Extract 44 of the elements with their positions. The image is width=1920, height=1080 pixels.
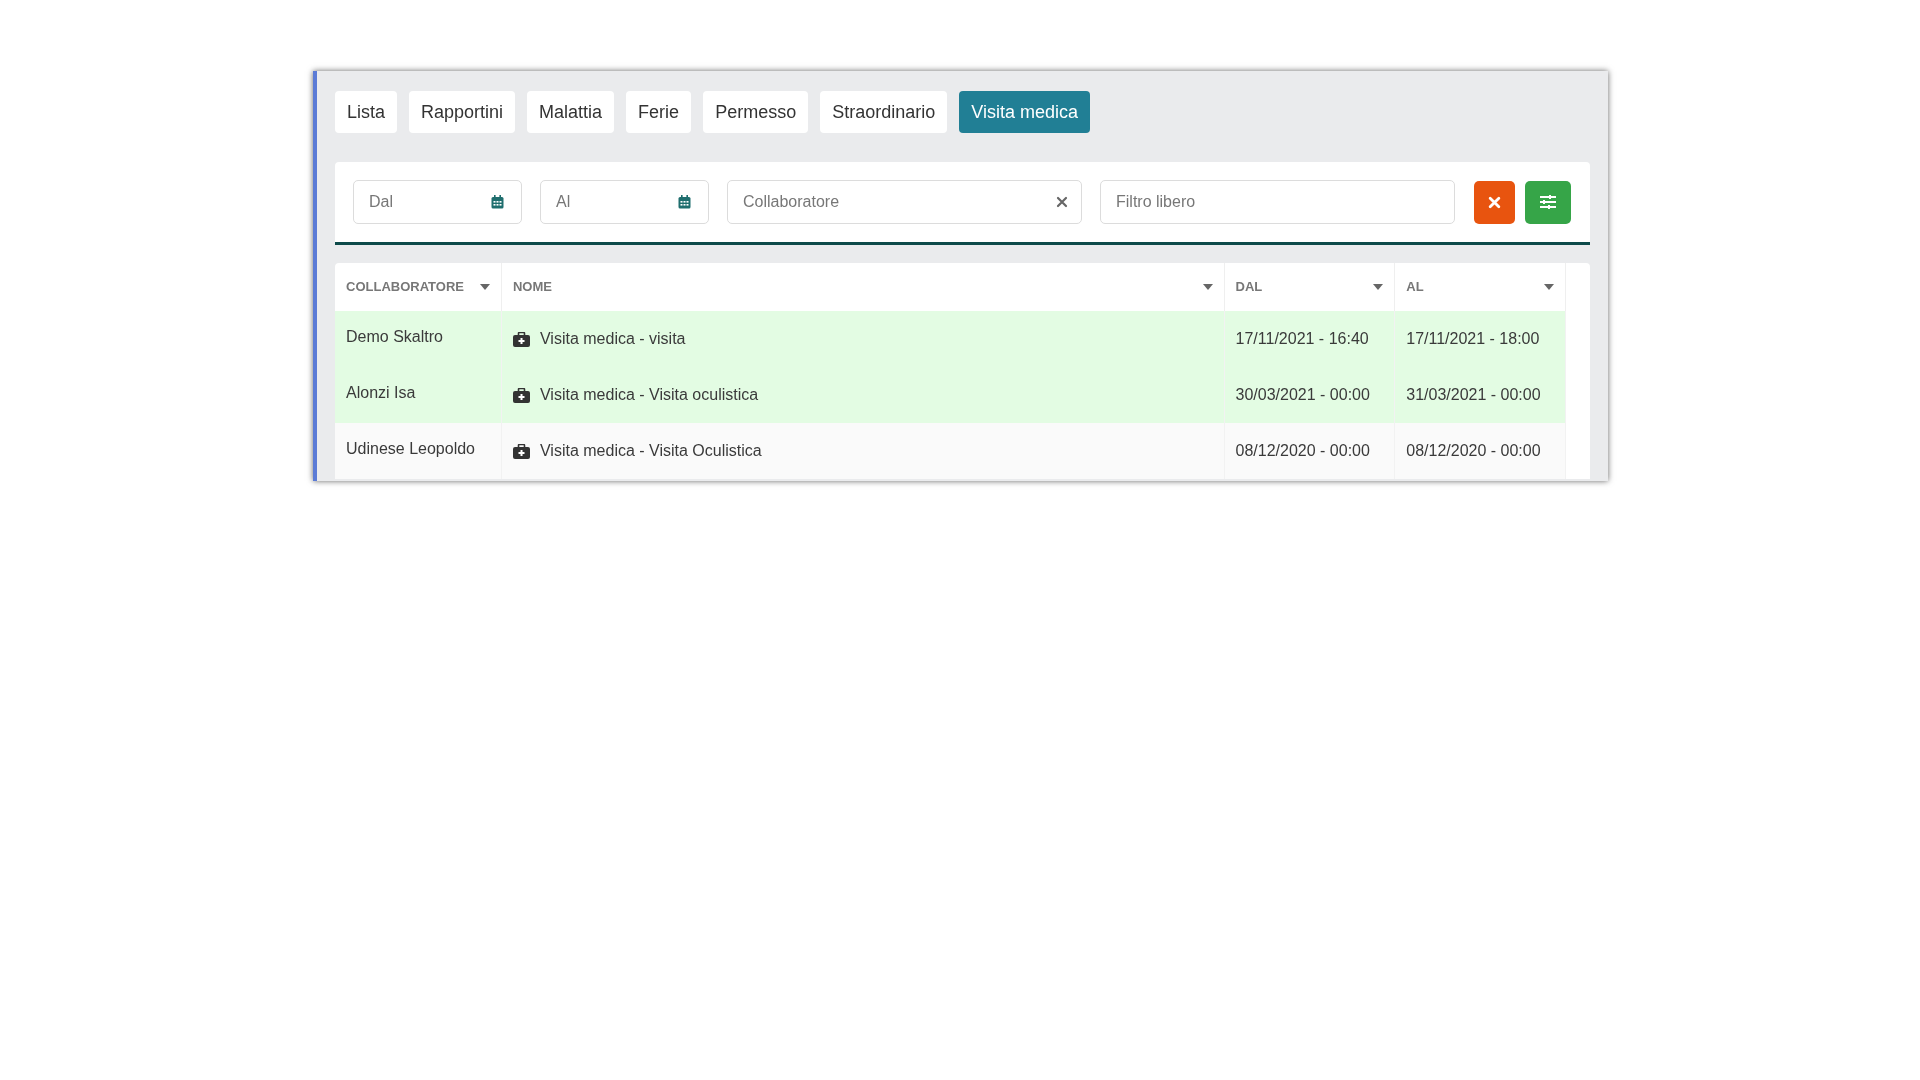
clear-filters-button[interactable]: [1474, 180, 1515, 224]
tab[interactable]: Visita medica: [959, 91, 1090, 133]
sort-caret-icon[interactable]: [479, 284, 490, 290]
search-field[interactable]: Filtro libero: [1100, 180, 1455, 224]
table-row[interactable]: Alonzi Isa Visita medica - Visita oculistica 30/03/2021 - 00:00 31/03/2021 - 00:00: [335, 367, 1566, 423]
table-cell-text: Visita medica - visita: [539, 329, 686, 349]
table-cell-text: Visita medica - Visita Oculistica: [539, 441, 762, 461]
table-cell: 08/12/2020 - 00:00: [1235, 442, 1370, 459]
close-icon: [1488, 195, 1501, 209]
table-cell: 31/03/2021 - 00:00: [1406, 386, 1541, 403]
filter-settings-button[interactable]: [1525, 180, 1571, 224]
clear-icon[interactable]: [1056, 196, 1068, 208]
tab[interactable]: Rapportini: [409, 91, 516, 133]
table-cell-text: Visita medica - Visita oculistica: [539, 385, 759, 405]
tab[interactable]: Straordinario: [820, 91, 948, 133]
medical-kit-icon: [512, 443, 530, 459]
sort-caret-icon[interactable]: [1202, 284, 1213, 290]
table-cell: 30/03/2021 - 00:00: [1235, 386, 1370, 403]
column-header[interactable]: COLLABORATORE: [346, 277, 464, 297]
sort-caret-icon[interactable]: [1373, 284, 1384, 290]
tab[interactable]: Lista: [335, 91, 398, 133]
date-field[interactable]: Al: [540, 180, 709, 224]
column-header[interactable]: AL: [1406, 277, 1424, 297]
table-cell: Demo Skaltro: [346, 328, 443, 345]
sort-caret-icon[interactable]: [1544, 284, 1554, 290]
calendar-icon: [491, 195, 504, 209]
table-row[interactable]: Udinese Leopoldo Visita medica - Visita Oculistica 08/12/2020 - 00:00 08/12/2020 - 00:00: [335, 423, 1566, 479]
table-cell: Alonzi Isa: [346, 384, 416, 401]
medical-kit-icon: [512, 331, 530, 347]
table-row[interactable]: Demo Skaltro Visita medica - visita 17/11/2021 - 16:40 17/11/2021 - 18:00: [335, 311, 1566, 367]
sliders-icon: [1539, 195, 1557, 209]
table-cell: Udinese Leopoldo: [346, 440, 475, 457]
medical-kit-icon: [512, 387, 530, 403]
column-header[interactable]: DAL: [1235, 277, 1263, 297]
table-cell: 08/12/2020 - 00:00: [1406, 442, 1541, 459]
tab[interactable]: Malattia: [527, 91, 615, 133]
table-cell: 17/11/2021 - 16:40: [1235, 330, 1369, 347]
column-header[interactable]: NOME: [512, 277, 552, 297]
tab[interactable]: Ferie: [626, 91, 692, 133]
calendar-icon: [678, 195, 691, 209]
tab[interactable]: Permesso: [703, 91, 809, 133]
select-field[interactable]: Collaboratore: [727, 180, 1082, 224]
date-field[interactable]: Dal: [353, 180, 522, 224]
table-cell: 17/11/2021 - 18:00: [1406, 330, 1540, 347]
